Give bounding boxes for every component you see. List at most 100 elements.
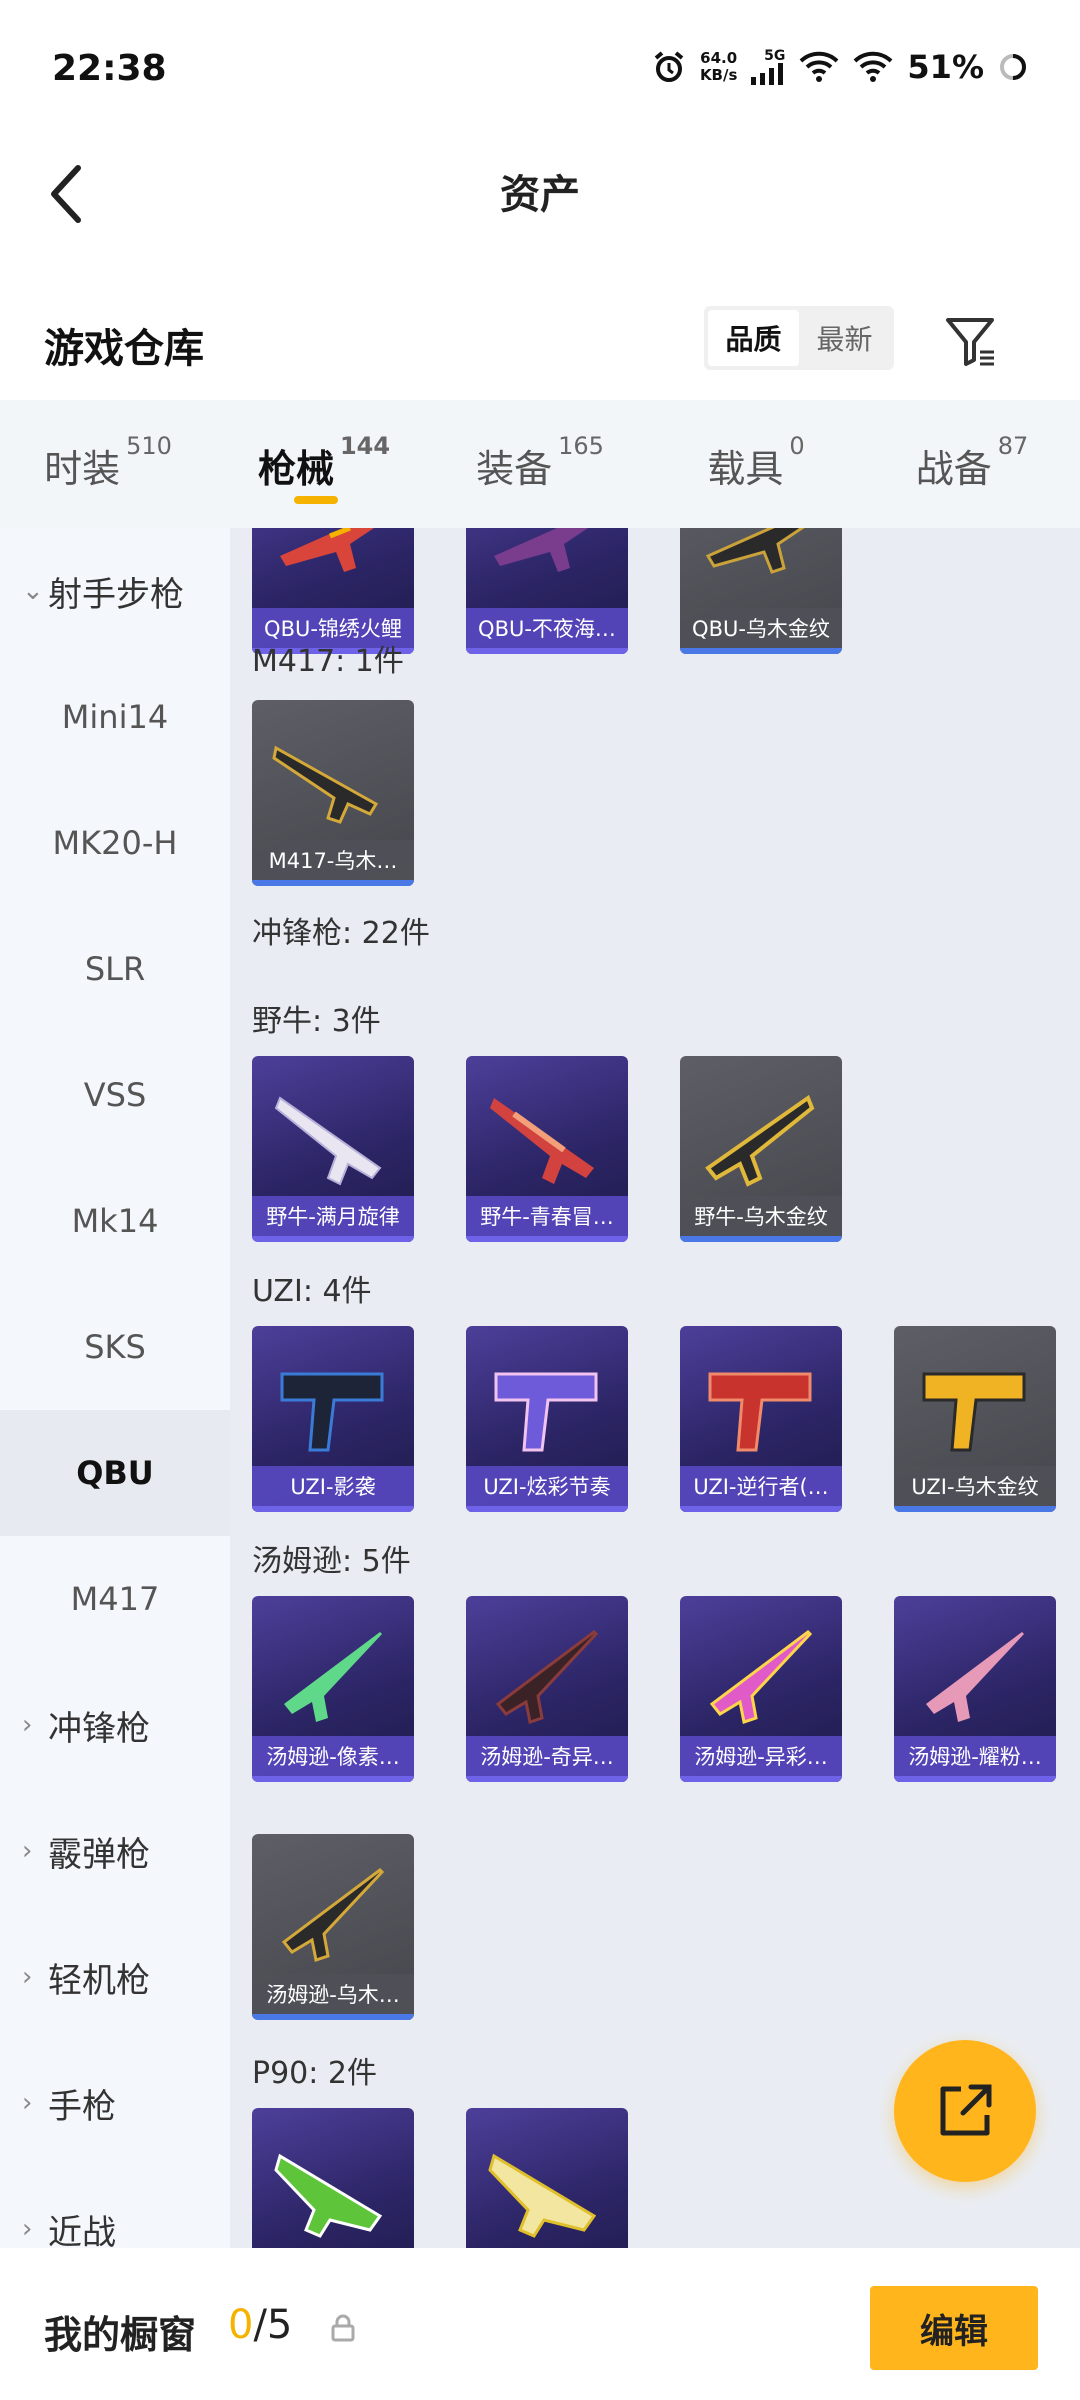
wifi-icon bbox=[800, 51, 839, 82]
weapon-card-label: UZI-逆行者(… bbox=[680, 1466, 842, 1506]
tab-supplies[interactable]: 战备 87 bbox=[864, 400, 1080, 528]
gun-icon bbox=[281, 1868, 385, 1962]
sidebar-group-shotgun[interactable]: › 霰弹枪 bbox=[0, 1788, 230, 1914]
section-header-p90: P90: 2件 bbox=[252, 2056, 377, 2091]
chevron-right-icon: › bbox=[22, 1962, 33, 1992]
chevron-right-icon: › bbox=[22, 2088, 33, 2118]
gun-icon bbox=[705, 528, 805, 574]
sidebar-item-mk20h[interactable]: MK20-H bbox=[0, 780, 230, 906]
showcase-count: 0/5 bbox=[228, 2302, 293, 2348]
gun-icon bbox=[495, 1630, 599, 1724]
section-header-smg: 冲锋枪: 22件 bbox=[252, 916, 430, 951]
gun-icon bbox=[494, 1372, 598, 1452]
page-title: 资产 bbox=[500, 172, 580, 218]
weapon-card[interactable] bbox=[466, 2108, 628, 2248]
sidebar-group-dmr[interactable]: ⌄ 射手步枪 bbox=[0, 528, 230, 654]
status-icons: 64.0 KB/s 5G 51% bbox=[652, 48, 1028, 86]
lock-icon bbox=[331, 2314, 355, 2342]
weapon-card[interactable]: QBU-乌木金纹 bbox=[680, 528, 842, 654]
chevron-right-icon: › bbox=[22, 1836, 33, 1866]
weapon-card[interactable]: QBU-不夜海… bbox=[466, 528, 628, 654]
gun-icon bbox=[708, 1372, 812, 1452]
gun-icon bbox=[280, 1372, 384, 1452]
gun-icon bbox=[922, 1372, 1026, 1452]
gun-icon bbox=[488, 2153, 597, 2238]
weapon-card[interactable]: UZI-影袭 bbox=[252, 1326, 414, 1512]
share-icon bbox=[940, 2084, 992, 2136]
weapon-card[interactable]: 野牛-满月旋律 bbox=[252, 1056, 414, 1242]
status-bar: 22:38 64.0 KB/s 5G 51% bbox=[0, 0, 1080, 140]
weapon-card-label: UZI-影袭 bbox=[252, 1466, 414, 1506]
weapon-card-label: 汤姆逊-乌木… bbox=[252, 1974, 414, 2014]
sidebar-item-slr[interactable]: SLR bbox=[0, 906, 230, 1032]
weapon-card-label: QBU-乌木金纹 bbox=[680, 608, 842, 648]
weapon-card-label: 汤姆逊-奇异… bbox=[466, 1736, 628, 1776]
chevron-right-icon: › bbox=[22, 2214, 33, 2244]
weapon-card[interactable]: 汤姆逊-乌木… bbox=[252, 1834, 414, 2020]
weapon-card[interactable] bbox=[252, 2108, 414, 2248]
sort-quality-button[interactable]: 品质 bbox=[708, 310, 799, 366]
gun-icon bbox=[705, 1094, 815, 1187]
gun-icon bbox=[280, 528, 374, 572]
chevron-down-icon: ⌄ bbox=[22, 576, 44, 606]
chevron-right-icon: › bbox=[22, 1710, 33, 1740]
signal-5g: 5G bbox=[751, 49, 785, 85]
edit-button[interactable]: 编辑 bbox=[870, 2286, 1038, 2370]
wifi-icon-2 bbox=[854, 51, 893, 82]
weapon-card[interactable]: 汤姆逊-像素… bbox=[252, 1596, 414, 1782]
weapon-card[interactable]: UZI-逆行者(… bbox=[680, 1326, 842, 1512]
gun-icon bbox=[926, 1632, 1024, 1722]
sidebar-item-qbu[interactable]: QBU bbox=[0, 1410, 230, 1536]
gun-icon bbox=[284, 1632, 382, 1722]
tab-vehicles[interactable]: 载具 0 bbox=[648, 400, 864, 528]
weapon-card[interactable]: 野牛-青春冒… bbox=[466, 1056, 628, 1242]
weapon-card[interactable]: 汤姆逊-耀粉… bbox=[894, 1596, 1056, 1782]
showcase-bar: 我的橱窗 0/5 编辑 bbox=[0, 2248, 1080, 2400]
filter-icon[interactable] bbox=[942, 312, 998, 368]
sort-newest-button[interactable]: 最新 bbox=[799, 310, 890, 366]
alarm-icon bbox=[654, 51, 684, 82]
warehouse-title: 游戏仓库 bbox=[44, 326, 204, 372]
tab-equipment[interactable]: 装备 165 bbox=[432, 400, 648, 528]
tab-fashion[interactable]: 时装 510 bbox=[0, 400, 216, 528]
weapon-card[interactable]: 汤姆逊-异彩… bbox=[680, 1596, 842, 1782]
sidebar-group-melee[interactable]: › 近战 bbox=[0, 2166, 230, 2249]
weapon-card-label: 野牛-乌木金纹 bbox=[680, 1196, 842, 1236]
section-header-thompson: 汤姆逊: 5件 bbox=[252, 1544, 411, 1579]
weapon-card[interactable]: UZI-炫彩节奏 bbox=[466, 1326, 628, 1512]
category-tabs: 时装 510 枪械 144 装备 165 载具 0 战备 87 bbox=[0, 400, 1080, 528]
sidebar-item-vss[interactable]: VSS bbox=[0, 1032, 230, 1158]
weapon-card-label: QBU-不夜海… bbox=[466, 608, 628, 648]
weapon-card-label: UZI-乌木金纹 bbox=[894, 1466, 1056, 1506]
weapon-card-label: 野牛-满月旋律 bbox=[252, 1196, 414, 1236]
share-button[interactable] bbox=[894, 2040, 1036, 2182]
sidebar-item-mk14[interactable]: Mk14 bbox=[0, 1158, 230, 1284]
weapon-card[interactable]: 汤姆逊-奇异… bbox=[466, 1596, 628, 1782]
signal-icon bbox=[751, 63, 784, 85]
weapon-card-label: 汤姆逊-像素… bbox=[252, 1736, 414, 1776]
status-time: 22:38 bbox=[52, 48, 167, 89]
sidebar-item-m417[interactable]: M417 bbox=[0, 1536, 230, 1662]
section-header-bison: 野牛: 3件 bbox=[252, 1004, 381, 1039]
section-header-uzi: UZI: 4件 bbox=[252, 1274, 372, 1309]
weapon-card[interactable]: UZI-乌木金纹 bbox=[894, 1326, 1056, 1512]
sidebar-group-smg[interactable]: › 冲锋枪 bbox=[0, 1662, 230, 1788]
warehouse-header: 游戏仓库 品质 最新 bbox=[0, 290, 1080, 390]
sidebar-item-mini14[interactable]: Mini14 bbox=[0, 654, 230, 780]
sidebar-item-sks[interactable]: SKS bbox=[0, 1284, 230, 1410]
gun-icon bbox=[494, 528, 588, 572]
section-header-m417: M417: 1件 bbox=[252, 644, 404, 679]
weapon-card-label: 汤姆逊-异彩… bbox=[680, 1736, 842, 1776]
showcase-title: 我的橱窗 bbox=[44, 2313, 197, 2357]
weapon-card[interactable]: 野牛-乌木金纹 bbox=[680, 1056, 842, 1242]
sort-toggle: 品质 最新 bbox=[704, 306, 894, 370]
battery-icon bbox=[1000, 54, 1026, 80]
gun-icon bbox=[272, 745, 379, 824]
weapon-card[interactable]: M417-乌木… bbox=[252, 700, 414, 886]
gun-icon bbox=[274, 2153, 383, 2238]
sidebar-group-pistol[interactable]: › 手枪 bbox=[0, 2040, 230, 2166]
tab-weapons[interactable]: 枪械 144 bbox=[216, 400, 432, 528]
sidebar-group-lmg[interactable]: › 轻机枪 bbox=[0, 1914, 230, 2040]
weapon-grid: QBU-锦绣火鲤 QBU-不夜海… QBU-乌木金纹 M417: 1件 M417… bbox=[230, 528, 1080, 2248]
gun-icon bbox=[709, 1630, 813, 1724]
